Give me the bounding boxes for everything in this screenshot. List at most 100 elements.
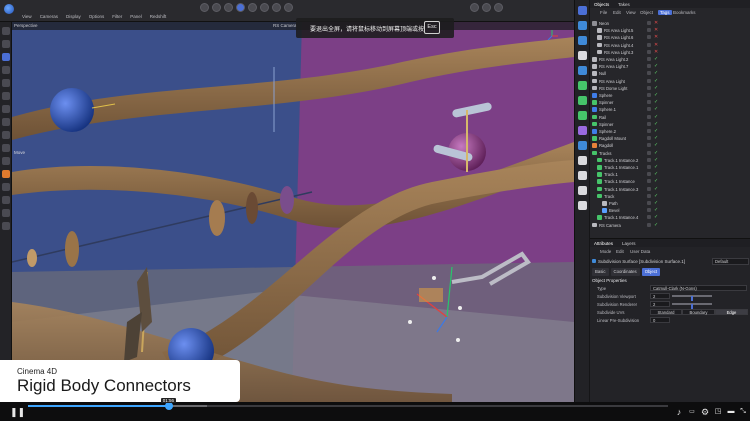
object-row[interactable]: Track.1 Instance.4 ✓ (590, 214, 750, 221)
paint-icon[interactable] (1, 170, 10, 178)
sculpt-icon[interactable] (1, 196, 10, 204)
visibility-dot-icon[interactable] (647, 136, 651, 141)
visibility-dot-icon[interactable] (647, 78, 651, 83)
text-icon[interactable] (577, 51, 587, 60)
object-name[interactable]: Sphere (599, 93, 613, 98)
object-row[interactable]: RS Area Light.3 ✕ (590, 49, 750, 56)
objects-menu-tags[interactable]: Tags (658, 10, 672, 15)
zoom-icon[interactable] (1, 222, 10, 230)
measure-icon[interactable] (1, 209, 10, 217)
enabled-check-icon[interactable]: ✓ (654, 178, 658, 184)
visibility-dot-icon[interactable] (647, 21, 651, 25)
render-settings-icon[interactable] (494, 3, 503, 12)
object-row[interactable]: Sphere ✓ (590, 92, 750, 99)
enabled-check-icon[interactable]: ✓ (654, 135, 658, 141)
subdivision-renderer-slider[interactable] (672, 303, 712, 309)
subdivision-viewport-field[interactable]: 2 (650, 293, 670, 299)
polygons-mode-icon[interactable] (248, 3, 257, 12)
object-name[interactable]: Bevel (609, 208, 619, 213)
enabled-check-icon[interactable]: ✓ (654, 56, 658, 62)
object-name[interactable]: Ragdoll (599, 143, 613, 148)
seek-bar[interactable]: 01:56 (28, 398, 668, 410)
visibility-dot-icon[interactable] (647, 42, 651, 47)
object-name[interactable]: RS Area Light.5 (604, 28, 633, 33)
slider-knob[interactable] (691, 295, 693, 301)
visibility-dot-icon[interactable] (647, 71, 651, 76)
objects-menu-bookmarks[interactable]: Bookmarks (673, 10, 696, 15)
menu-options[interactable]: Options (89, 14, 105, 19)
enabled-check-icon[interactable]: ✓ (654, 150, 658, 156)
theater-mode-icon[interactable]: ▬ (726, 407, 736, 417)
attributes-menu-edit[interactable]: Edit (616, 249, 624, 254)
field-icon[interactable] (577, 141, 587, 150)
object-name[interactable]: Track.1 Instance.1 (604, 165, 638, 170)
object-name[interactable]: Track (604, 194, 614, 199)
app-logo-icon[interactable] (4, 4, 14, 14)
object-row[interactable]: Path ✓ (590, 200, 750, 207)
visibility-dot-icon[interactable] (647, 193, 651, 198)
subtab-object[interactable]: Object (641, 268, 661, 276)
visibility-dot-icon[interactable] (647, 150, 651, 155)
knife-icon[interactable] (1, 105, 10, 113)
cube-icon[interactable] (577, 6, 587, 15)
visibility-dot-icon[interactable] (647, 28, 651, 33)
menu-view[interactable]: View (22, 14, 32, 19)
type-dropdown[interactable]: Catmull-Clark (N-Gons) (650, 285, 747, 291)
object-row[interactable]: Null ✓ (590, 70, 750, 77)
subtab-basic[interactable]: Basic (592, 268, 609, 276)
undo-icon[interactable] (1, 27, 10, 35)
enabled-check-icon[interactable]: ✓ (654, 99, 658, 105)
disabled-cross-icon[interactable]: ✕ (654, 49, 658, 55)
subdivision-icon[interactable] (577, 36, 587, 45)
object-name[interactable]: RS Dome Light (599, 86, 627, 91)
object-row[interactable]: Rail ✓ (590, 114, 750, 121)
object-name[interactable]: Sphere.2 (599, 129, 616, 134)
volume-icon[interactable]: ♪ (674, 407, 684, 417)
objects-menu-edit[interactable]: Edit (613, 10, 621, 15)
polygon-pen-icon[interactable] (1, 92, 10, 100)
tab-attributes[interactable]: Attributes (594, 241, 613, 246)
object-row[interactable]: Track.1 ✓ (590, 171, 750, 178)
enabled-check-icon[interactable]: ✓ (654, 186, 658, 192)
snap-icon[interactable] (260, 3, 269, 12)
disabled-cross-icon[interactable]: ✕ (654, 34, 658, 40)
visibility-dot-icon[interactable] (647, 107, 651, 112)
playhead[interactable] (164, 402, 173, 410)
brush-icon[interactable] (1, 183, 10, 191)
visibility-dot-icon[interactable] (647, 49, 651, 54)
object-row[interactable]: Track ✓ (590, 193, 750, 200)
enabled-check-icon[interactable]: ✓ (654, 171, 658, 177)
visibility-dot-icon[interactable] (647, 143, 651, 148)
axis-icon[interactable] (272, 3, 281, 12)
visibility-dot-icon[interactable] (647, 186, 651, 191)
object-row[interactable]: Ragdoll ✓ (590, 142, 750, 149)
object-row[interactable]: RS Area Light.5 ✕ (590, 27, 750, 34)
bevel-icon[interactable] (1, 144, 10, 152)
environment-icon[interactable] (577, 156, 587, 165)
pause-icon[interactable]: ❚❚ (10, 407, 25, 417)
enabled-check-icon[interactable]: ✓ (654, 92, 658, 98)
object-row[interactable]: Sphere.2 ✓ (590, 128, 750, 135)
brush-tool-icon[interactable] (577, 201, 587, 210)
visibility-dot-icon[interactable] (647, 172, 651, 177)
visibility-dot-icon[interactable] (647, 121, 651, 126)
esc-key[interactable]: Esc (424, 21, 440, 34)
object-name[interactable]: Neon (599, 21, 609, 26)
object-name[interactable]: Tracks (599, 151, 611, 156)
menu-redshift[interactable]: Redshift (150, 14, 167, 19)
pip-icon[interactable]: ◳ (713, 407, 723, 417)
select-icon[interactable] (1, 40, 10, 48)
light-icon[interactable] (577, 186, 587, 195)
cloner-icon[interactable] (577, 81, 587, 90)
spline-pen-icon[interactable] (577, 21, 587, 30)
visibility-dot-icon[interactable] (647, 114, 651, 119)
array-icon[interactable] (577, 66, 587, 75)
enabled-check-icon[interactable]: ✓ (654, 128, 658, 134)
object-row[interactable]: RS Area Light ✓ (590, 78, 750, 85)
enabled-check-icon[interactable]: ✓ (654, 121, 658, 127)
deformer-icon[interactable] (577, 126, 587, 135)
enabled-check-icon[interactable]: ✓ (654, 114, 658, 120)
visibility-dot-icon[interactable] (647, 93, 651, 97)
object-row[interactable]: RS Area Light.7 ✓ (590, 63, 750, 70)
disabled-cross-icon[interactable]: ✕ (654, 27, 658, 33)
